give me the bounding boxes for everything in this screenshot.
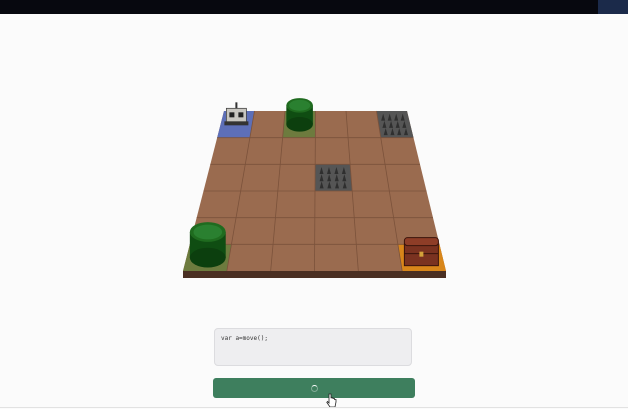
spinner-icon	[310, 384, 318, 392]
treasure-chest-icon	[403, 237, 439, 267]
game-stage	[0, 14, 628, 324]
board-edge	[183, 271, 446, 278]
robot-icon	[224, 102, 249, 126]
window-top-bar	[0, 0, 628, 14]
tile-spikes	[376, 111, 414, 138]
run-button[interactable]	[213, 378, 415, 398]
bush-icon	[286, 98, 313, 132]
top-bar-accent	[598, 0, 628, 14]
code-editor[interactable]: var a=move();	[214, 328, 412, 366]
bush-icon	[189, 222, 226, 268]
game-board	[183, 98, 446, 278]
